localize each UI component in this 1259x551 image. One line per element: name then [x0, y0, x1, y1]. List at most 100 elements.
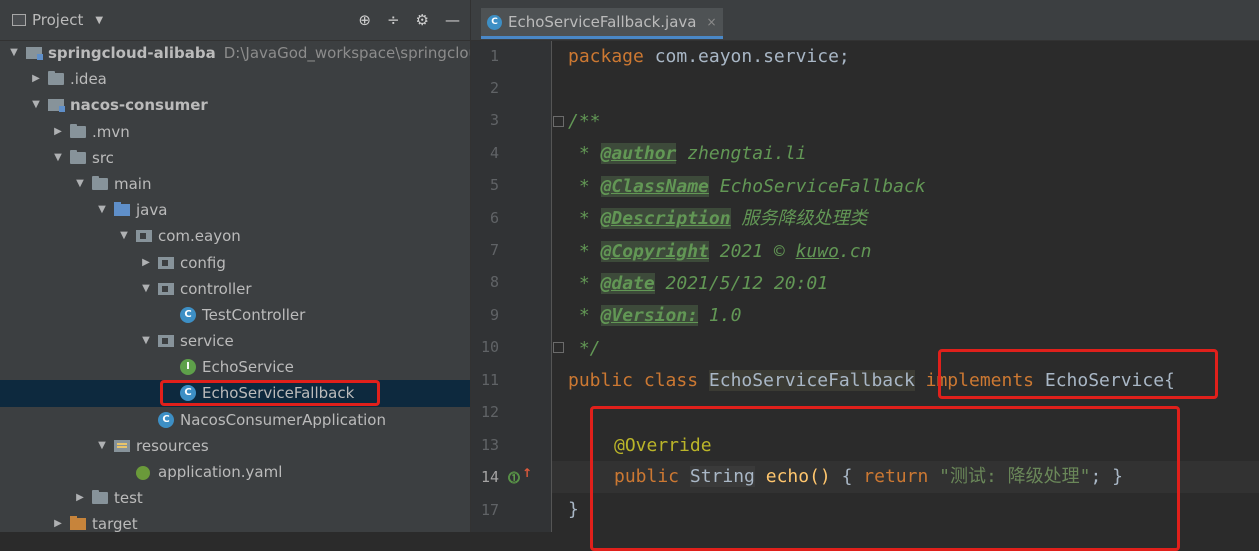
- tree-item[interactable]: ▶ config: [0, 250, 470, 276]
- tree-item-label: resources: [136, 436, 209, 455]
- yaml-file-icon: [136, 466, 150, 480]
- chevron-down-icon[interactable]: ▼: [140, 328, 152, 354]
- line-number: 17: [480, 501, 499, 519]
- locate-file-icon[interactable]: ⊕: [358, 10, 371, 30]
- tree-item-label: EchoService: [202, 358, 294, 377]
- tree-item[interactable]: C TestController: [0, 302, 470, 328]
- line-number: 13: [480, 436, 499, 454]
- tree-item-label: config: [180, 253, 226, 272]
- folder-icon: [92, 490, 108, 505]
- chevron-right-icon[interactable]: ▶: [52, 511, 64, 532]
- tree-item-label: main: [114, 174, 152, 193]
- chevron-down-icon: ▼: [95, 14, 104, 26]
- tree-item[interactable]: ▼ nacos-consumer: [0, 92, 470, 118]
- tree-item-label: service: [180, 332, 234, 351]
- code-line-4: * @author zhengtai.li: [568, 143, 807, 164]
- project-view-selector[interactable]: Project ▼: [12, 11, 103, 29]
- tree-item[interactable]: ▼ service: [0, 328, 470, 354]
- line-number: 8: [489, 273, 499, 291]
- tree-item-label: NacosConsumerApplication: [180, 410, 386, 429]
- chevron-right-icon[interactable]: ▶: [140, 250, 152, 276]
- code-line-17: }: [568, 499, 579, 520]
- editor-tab-bar: C EchoServiceFallback.java ×: [471, 0, 1259, 41]
- target-folder-icon: [70, 516, 86, 531]
- line-number: 10: [480, 338, 499, 356]
- code-line-7: * @Copyright 2021 © kuwo.cn: [568, 241, 872, 262]
- collapse-all-icon[interactable]: ÷: [387, 10, 400, 30]
- tree-item-label: java: [136, 201, 168, 220]
- chevron-right-icon[interactable]: ▶: [74, 485, 86, 511]
- line-number: 6: [489, 209, 499, 227]
- package-icon: [158, 256, 174, 269]
- chevron-down-icon[interactable]: ▼: [118, 223, 130, 249]
- chevron-right-icon[interactable]: ▶: [52, 119, 64, 145]
- tree-item-label: target: [92, 515, 138, 532]
- tree-item[interactable]: ▶ .idea: [0, 66, 470, 92]
- close-icon[interactable]: ×: [706, 15, 716, 29]
- line-number: 3: [489, 111, 499, 129]
- highlight-box-implements: [938, 349, 1218, 399]
- folder-icon: [48, 71, 64, 86]
- tree-item-label: src: [92, 148, 114, 167]
- tab-echoservicefallback[interactable]: C EchoServiceFallback.java ×: [481, 8, 723, 39]
- tab-label: EchoServiceFallback.java: [508, 13, 697, 31]
- tree-item[interactable]: ▼ resources: [0, 433, 470, 459]
- module-folder-icon: [48, 99, 65, 113]
- folder-icon: [70, 123, 86, 138]
- tree-item[interactable]: ▶ target: [0, 511, 470, 532]
- chevron-down-icon[interactable]: ▼: [52, 145, 64, 171]
- package-icon: [136, 230, 152, 243]
- chevron-down-icon[interactable]: ▼: [74, 171, 86, 197]
- spring-boot-class-icon: C: [158, 411, 174, 428]
- line-number: 12: [480, 403, 499, 421]
- chevron-down-icon[interactable]: ▼: [30, 92, 42, 118]
- gear-icon[interactable]: ⚙: [416, 10, 429, 30]
- chevron-right-icon[interactable]: ▶: [30, 66, 42, 92]
- tree-item[interactable]: ▼ controller: [0, 276, 470, 302]
- tree-item-label: TestController: [202, 305, 306, 324]
- interface-icon: I: [180, 359, 196, 376]
- tree-item[interactable]: ▼ com.eayon: [0, 223, 470, 249]
- code-line-9: * @Version: 1.0: [568, 305, 742, 326]
- project-panel-toolbar: ⊕ ÷ ⚙ —: [358, 10, 460, 30]
- chevron-down-icon[interactable]: ▼: [140, 276, 152, 302]
- tree-item-label: application.yaml: [158, 463, 283, 481]
- tree-item-label: test: [114, 489, 143, 508]
- code-line-3: /**: [568, 111, 601, 132]
- class-icon: C: [487, 14, 502, 30]
- arrow-up-icon[interactable]: ↑: [522, 466, 532, 480]
- tree-item[interactable]: ▼ src: [0, 145, 470, 171]
- line-number: 9: [489, 306, 499, 324]
- tree-item[interactable]: I EchoService: [0, 354, 470, 380]
- tree-item[interactable]: ▶ test: [0, 485, 470, 511]
- chevron-down-icon[interactable]: ▼: [96, 433, 108, 459]
- code-editor[interactable]: package com.eayon.service; /** * @author…: [552, 41, 1259, 551]
- package-icon: [158, 282, 174, 295]
- project-panel: Project ▼ ⊕ ÷ ⚙ — ▼ springcloud-alibaba D:…: [0, 0, 471, 532]
- tree-item[interactable]: ▶ .mvn: [0, 119, 470, 145]
- tree-item[interactable]: ▼ springcloud-alibaba D:\JavaGod_workspace…: [0, 40, 470, 66]
- chevron-down-icon[interactable]: ▼: [8, 40, 20, 66]
- folder-icon: [70, 149, 86, 164]
- editor-gutter: 1 2 3 4 5 6 7 8 9 10 11 12 13 14 17 ⓵ ↑: [471, 41, 564, 532]
- tree-item[interactable]: C NacosConsumerApplication: [0, 407, 470, 433]
- line-number-current: 14: [480, 468, 499, 486]
- code-line-8: * @date 2021/5/12 20:01: [568, 273, 829, 294]
- chevron-down-icon[interactable]: ▼: [96, 197, 108, 223]
- highlight-box-override-method: [590, 406, 1180, 551]
- tree-item[interactable]: ▼ main: [0, 171, 470, 197]
- line-number: 7: [489, 241, 499, 259]
- tree-item-label: controller: [180, 279, 252, 298]
- ide-window: Project ▼ ⊕ ÷ ⚙ — ▼ springcloud-alibaba D:…: [0, 0, 1259, 551]
- override-method-icon[interactable]: ⓵: [508, 469, 520, 486]
- source-folder-icon: [114, 202, 130, 217]
- line-number: 5: [489, 176, 499, 194]
- code-line-5: * @ClassName EchoServiceFallback: [568, 176, 926, 197]
- tree-item[interactable]: application.yaml: [0, 459, 470, 485]
- hide-panel-icon[interactable]: —: [445, 10, 460, 30]
- code-line-6: * @Description 服务降级处理类: [568, 208, 868, 229]
- tree-item[interactable]: ▼ java: [0, 197, 470, 223]
- module-folder-icon: [26, 47, 43, 60]
- line-number: 1: [489, 47, 499, 65]
- class-icon: C: [180, 306, 196, 323]
